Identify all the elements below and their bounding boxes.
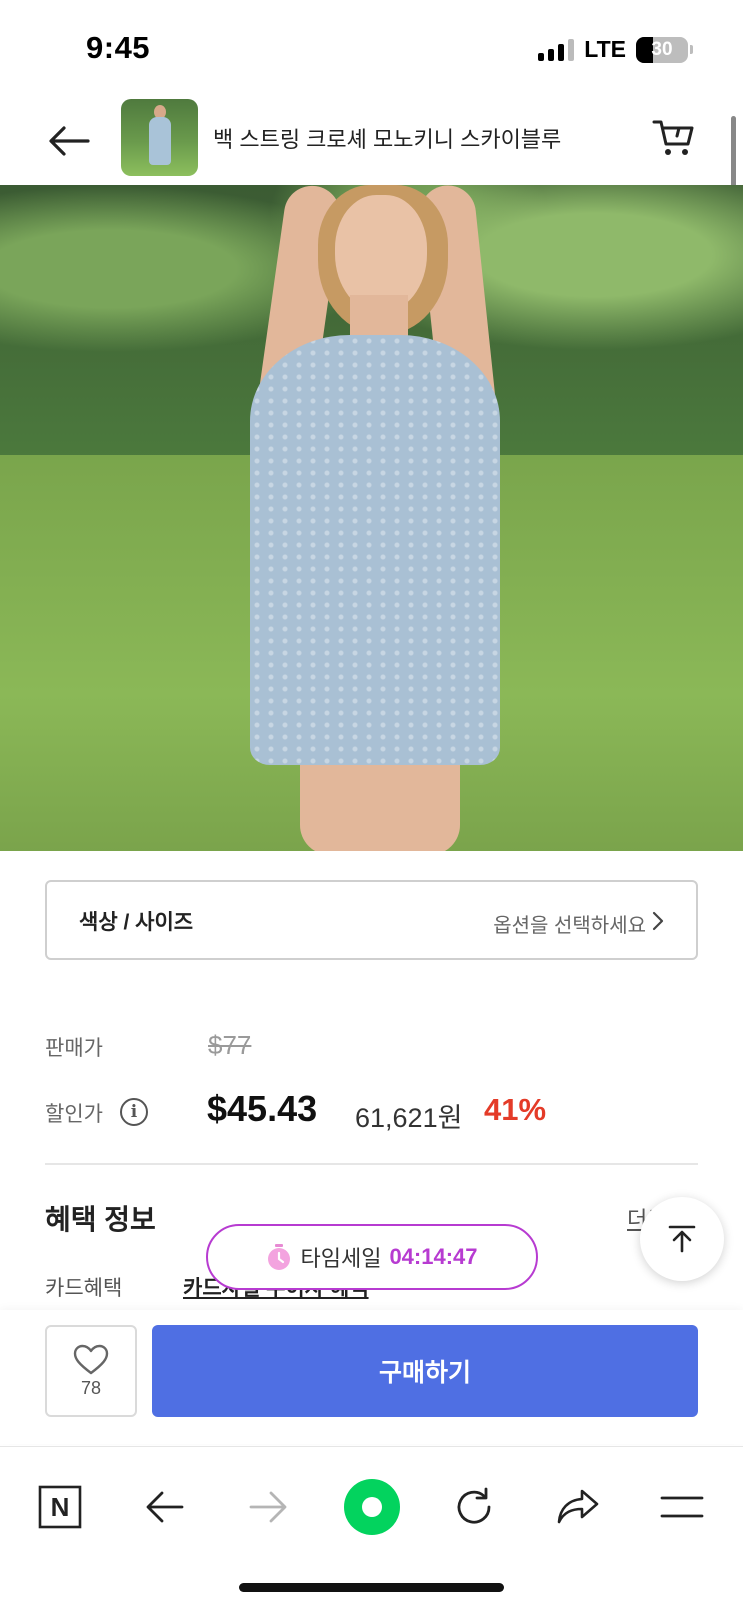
cart-icon: [652, 120, 694, 155]
chevron-right-icon: [648, 909, 668, 933]
product-image[interactable]: [0, 185, 743, 851]
krw-price: 61,621원: [355, 1103, 463, 1133]
card-benefit-label: 카드혜택: [45, 1277, 123, 1300]
status-bar: 9:45 LTE 30: [0, 0, 743, 96]
heart-icon: [73, 1344, 109, 1374]
timesale-badge[interactable]: 타임세일 04:14:47: [206, 1224, 538, 1290]
original-price: $77: [208, 1030, 252, 1060]
signal-icon: [538, 38, 575, 61]
share-icon: [557, 1489, 599, 1524]
purchase-bar: 78 구매하기: [0, 1310, 743, 1444]
naver-n-icon: N: [38, 1485, 82, 1529]
status-indicators: LTE 30: [538, 36, 693, 63]
scroll-to-top-button[interactable]: [640, 1197, 724, 1281]
timesale-label: 타임세일: [300, 1246, 382, 1271]
naver-home-button[interactable]: N: [30, 1477, 90, 1537]
clock-icon: [268, 1244, 291, 1270]
benefits-title: 혜택 정보: [45, 1204, 156, 1235]
green-dot-icon: [344, 1479, 400, 1535]
browser-back-button[interactable]: [135, 1477, 195, 1537]
option-selector[interactable]: 색상 / 사이즈 옵션을 선택하세요: [45, 880, 698, 960]
like-count: 78: [80, 1377, 102, 1398]
green-dot-button[interactable]: [342, 1477, 402, 1537]
battery-icon: 30: [636, 36, 688, 63]
discounted-price: $45.43: [207, 1088, 318, 1129]
back-arrow-icon: [49, 126, 90, 156]
product-thumbnail: [121, 99, 198, 176]
menu-button[interactable]: [652, 1477, 712, 1537]
option-placeholder: 옵션을 선택하세요: [493, 915, 646, 937]
share-button[interactable]: [548, 1477, 608, 1537]
discount-price-label: 할인가: [45, 1103, 103, 1126]
browser-forward-button[interactable]: [238, 1477, 298, 1537]
home-indicator[interactable]: [239, 1583, 504, 1592]
refresh-button[interactable]: [444, 1477, 504, 1537]
like-button[interactable]: 78: [45, 1325, 137, 1417]
refresh-icon: [457, 1487, 491, 1524]
browser-forward-icon: [249, 1491, 287, 1523]
menu-icon: [660, 1496, 704, 1518]
timesale-countdown: 04:14:47: [389, 1244, 478, 1269]
battery-level: 30: [651, 38, 673, 60]
network-type: LTE: [584, 36, 626, 62]
arrow-up-icon: [668, 1225, 696, 1253]
sale-price-label: 판매가: [45, 1037, 103, 1060]
buy-button[interactable]: 구매하기: [152, 1325, 698, 1417]
back-button[interactable]: [44, 116, 94, 166]
divider: [45, 1163, 698, 1165]
discount-rate: 41%: [484, 1092, 547, 1127]
status-time: 9:45: [86, 30, 151, 65]
svg-text:N: N: [51, 1492, 70, 1522]
browser-toolbar: N: [0, 1446, 743, 1608]
page-title: 백 스트링 크로셰 모노키니 스카이블루: [213, 127, 562, 152]
info-icon[interactable]: i: [120, 1098, 148, 1126]
cart-button[interactable]: [648, 112, 700, 164]
product-header: 백 스트링 크로셰 모노키니 스카이블루: [0, 96, 743, 186]
option-label: 색상 / 사이즈: [79, 911, 194, 934]
browser-back-icon: [146, 1491, 184, 1523]
